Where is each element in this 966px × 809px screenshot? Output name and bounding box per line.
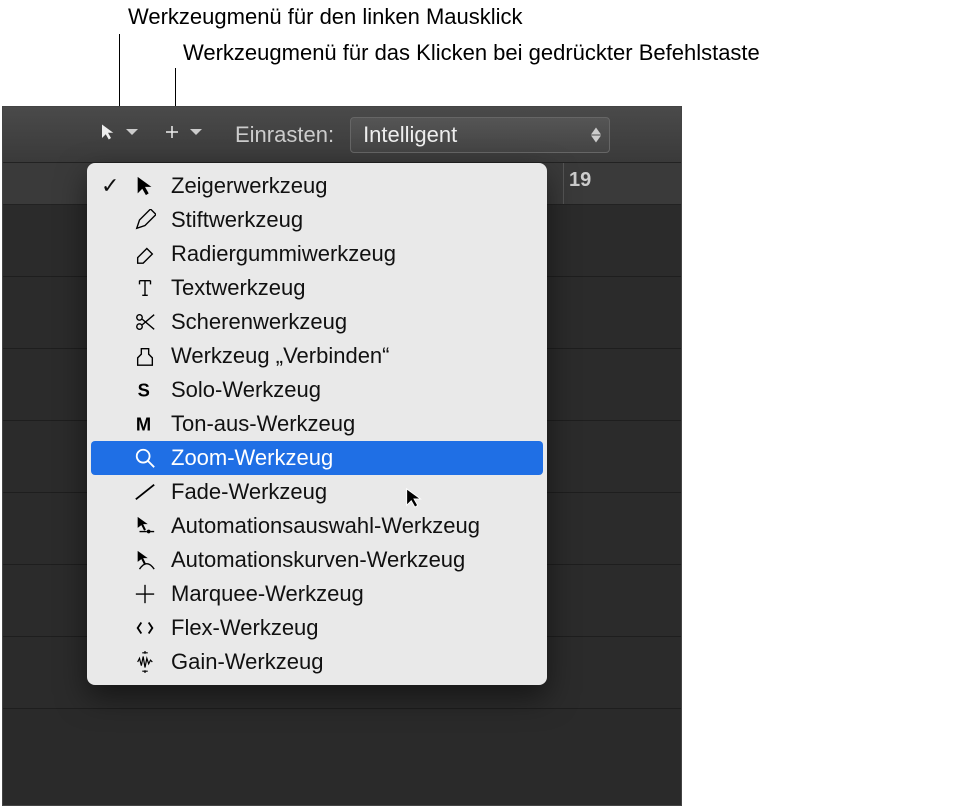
autocurve-icon: [133, 548, 157, 572]
ruler-tick: [563, 163, 564, 204]
menu-item-text[interactable]: Textwerkzeug: [91, 271, 543, 305]
left-click-tool-button[interactable]: [91, 119, 149, 151]
pencil-icon: [133, 208, 157, 232]
glue-icon: [133, 344, 157, 368]
menu-item-label: Automationskurven-Werkzeug: [171, 547, 465, 573]
menu-item-fade[interactable]: Fade-Werkzeug: [91, 475, 543, 509]
callout-cmd-click: Werkzeugmenü für das Klicken bei gedrück…: [183, 40, 760, 66]
autoselect-icon: [133, 514, 157, 538]
menu-item-glue[interactable]: Werkzeug „Verbinden“: [91, 339, 543, 373]
solo-icon: [133, 378, 157, 402]
marquee-icon: [133, 582, 157, 606]
pointer-icon: [133, 174, 157, 198]
plus-icon: [163, 123, 181, 147]
menu-item-label: Automationsauswahl-Werkzeug: [171, 513, 480, 539]
menu-item-pointer[interactable]: ✓ Zeigerwerkzeug: [91, 169, 543, 203]
gain-icon: [133, 650, 157, 674]
menu-item-label: Marquee-Werkzeug: [171, 581, 364, 607]
pointer-icon: [99, 123, 117, 147]
fade-icon: [133, 480, 157, 504]
app-window: Einrasten: Intelligent 19 S M: [2, 106, 682, 806]
menu-item-label: Flex-Werkzeug: [171, 615, 319, 641]
snap-select[interactable]: Intelligent: [350, 117, 610, 153]
menu-item-autoselect[interactable]: Automationsauswahl-Werkzeug: [91, 509, 543, 543]
menu-item-label: Zeigerwerkzeug: [171, 173, 328, 199]
menu-item-label: Werkzeug „Verbinden“: [171, 343, 390, 369]
zoom-icon: [133, 446, 157, 470]
menu-item-zoom[interactable]: Zoom-Werkzeug: [91, 441, 543, 475]
menu-item-gain[interactable]: Gain-Werkzeug: [91, 645, 543, 679]
snap-label: Einrasten:: [235, 122, 334, 148]
menu-item-pencil[interactable]: Stiftwerkzeug: [91, 203, 543, 237]
scissors-icon: [133, 310, 157, 334]
snap-value: Intelligent: [363, 122, 457, 148]
menu-item-label: Zoom-Werkzeug: [171, 445, 333, 471]
cmd-click-tool-button[interactable]: [155, 119, 213, 151]
menu-item-scissors[interactable]: Scherenwerkzeug: [91, 305, 543, 339]
tool-menu: ✓ Zeigerwerkzeug Stiftwerkzeug Radiergummiw…: [87, 163, 547, 685]
check-icon: ✓: [101, 173, 119, 199]
menu-item-label: Radiergummiwerkzeug: [171, 241, 396, 267]
menu-item-mute[interactable]: Ton-aus-Werkzeug: [91, 407, 543, 441]
menu-item-label: Solo-Werkzeug: [171, 377, 321, 403]
mute-icon: [133, 412, 157, 436]
menu-item-label: Ton-aus-Werkzeug: [171, 411, 355, 437]
text-icon: [133, 276, 157, 300]
toolbar: Einrasten: Intelligent: [3, 107, 681, 163]
menu-item-label: Stiftwerkzeug: [171, 207, 303, 233]
chevron-down-icon: [187, 123, 205, 147]
callout-left-click: Werkzeugmenü für den linken Mausklick: [128, 4, 523, 30]
chevron-down-icon: [123, 123, 141, 147]
ruler-label-19: 19: [569, 169, 591, 192]
menu-item-label: Textwerkzeug: [171, 275, 306, 301]
updown-icon: [591, 127, 601, 142]
menu-item-marquee[interactable]: Marquee-Werkzeug: [91, 577, 543, 611]
flex-icon: [133, 616, 157, 640]
callout-line-1: [119, 34, 120, 112]
menu-item-label: Fade-Werkzeug: [171, 479, 327, 505]
menu-item-flex[interactable]: Flex-Werkzeug: [91, 611, 543, 645]
menu-item-label: Gain-Werkzeug: [171, 649, 323, 675]
menu-item-label: Scherenwerkzeug: [171, 309, 347, 335]
menu-item-eraser[interactable]: Radiergummiwerkzeug: [91, 237, 543, 271]
eraser-icon: [133, 242, 157, 266]
menu-item-autocurve[interactable]: Automationskurven-Werkzeug: [91, 543, 543, 577]
menu-item-solo[interactable]: Solo-Werkzeug: [91, 373, 543, 407]
